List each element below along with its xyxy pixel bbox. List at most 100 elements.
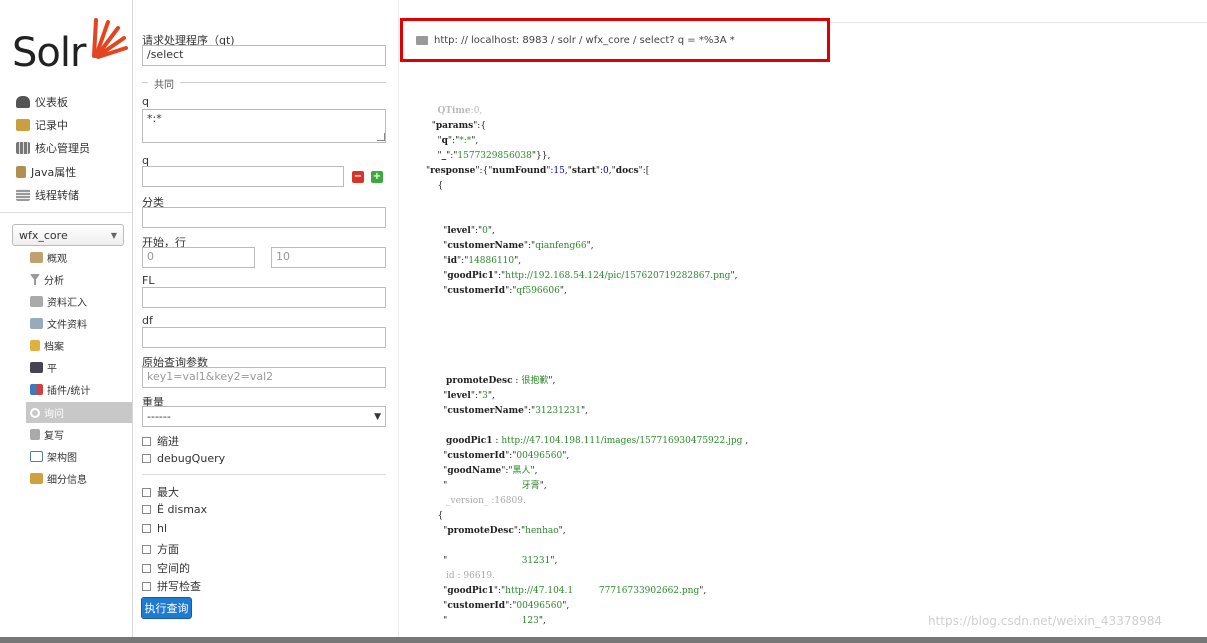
core-item-analysis[interactable]: 分析 bbox=[26, 269, 132, 290]
core-item-label: 概观 bbox=[47, 254, 67, 265]
chevron-down-icon: ▼ bbox=[110, 230, 117, 240]
core-item-label: 插件/统计 bbox=[47, 386, 91, 397]
check-label: 拼写检查 bbox=[157, 580, 201, 593]
sort-input[interactable] bbox=[142, 207, 386, 228]
response-json: QTime:0, "params":{ "q":"*:*", "_":"1577… bbox=[426, 106, 749, 626]
nav-item-label: Java属性 bbox=[31, 166, 77, 179]
raw-params-input[interactable]: key1=val1&key2=val2 bbox=[142, 367, 386, 388]
result-pane: http: // localhost: 8983 / solr / wfx_co… bbox=[400, 0, 1207, 643]
caret-down-icon: ▼ bbox=[374, 411, 381, 422]
core-item-schema[interactable]: 架构图 bbox=[26, 446, 132, 467]
core-item-files[interactable]: 档案 bbox=[26, 335, 132, 356]
java-icon bbox=[16, 166, 26, 178]
watermark: https://blog.csdn.net/weixin_43378984 bbox=[928, 614, 1163, 628]
indent-checkbox[interactable]: 缩进 bbox=[142, 433, 179, 449]
core-item-label: 资料汇入 bbox=[47, 298, 87, 309]
df-input[interactable] bbox=[142, 327, 386, 348]
common-label: 共同 bbox=[148, 76, 180, 91]
core-item-label: 复写 bbox=[44, 431, 64, 442]
nav-item-core-admin[interactable]: 核心管理员 bbox=[16, 137, 90, 159]
df-label: df bbox=[142, 314, 153, 327]
schema-icon bbox=[30, 451, 43, 462]
check-hl[interactable]: hl bbox=[142, 522, 167, 535]
core-selector[interactable]: wfx_core ▼ bbox=[12, 224, 124, 246]
q-label: q bbox=[142, 95, 149, 108]
solr-logo[interactable]: Solr bbox=[10, 14, 128, 76]
resize-handle-icon[interactable] bbox=[377, 133, 385, 141]
divider bbox=[142, 474, 386, 475]
overview-icon bbox=[30, 252, 43, 263]
debugquery-checkbox[interactable]: debugQuery bbox=[142, 452, 225, 465]
header-line bbox=[830, 22, 1207, 23]
core-item-dataimport[interactable]: 资料汇入 bbox=[26, 291, 132, 312]
checkbox-icon bbox=[142, 524, 151, 533]
check-label: 最大 bbox=[157, 486, 179, 499]
check-label: 方面 bbox=[157, 543, 179, 556]
solr-admin-app: Solr 仪表板 记录中 核心管理员 Java属性 线程转储 wfx_core … bbox=[0, 0, 1207, 643]
remove-fq-button[interactable]: − bbox=[352, 171, 364, 183]
request-url-bar[interactable]: http: // localhost: 8983 / solr / wfx_co… bbox=[400, 18, 830, 62]
dataimport-icon bbox=[30, 296, 43, 307]
rows-input[interactable]: 10 bbox=[271, 247, 386, 268]
start-input[interactable]: 0 bbox=[142, 247, 255, 268]
check-spatial[interactable]: 空间的 bbox=[142, 560, 190, 576]
nav-item-thread-dump[interactable]: 线程转储 bbox=[16, 184, 79, 206]
core-item-label: 档案 bbox=[44, 342, 64, 353]
bottom-bar bbox=[0, 637, 1207, 643]
ping-icon bbox=[30, 362, 43, 373]
thread-dump-icon bbox=[16, 189, 30, 201]
nav-item-logging[interactable]: 记录中 bbox=[16, 114, 68, 136]
checkbox-icon bbox=[142, 436, 151, 446]
core-item-ping[interactable]: 平 bbox=[26, 357, 132, 378]
add-fq-button[interactable]: + bbox=[371, 171, 383, 183]
core-item-query[interactable]: 询问 bbox=[26, 402, 132, 423]
check-label: 空间的 bbox=[157, 562, 190, 575]
replication-icon bbox=[30, 429, 40, 440]
wt-select-value: ------ bbox=[147, 410, 171, 423]
debugquery-label: debugQuery bbox=[157, 452, 226, 465]
query-form: 请求处理程序（qt) /select 共同 q *:* q − + 分类 开始，… bbox=[134, 0, 399, 643]
sun-icon bbox=[92, 18, 128, 59]
core-item-label: 分析 bbox=[44, 276, 64, 287]
execute-query-button[interactable]: 执行查询 bbox=[141, 597, 192, 619]
core-selector-value: wfx_core bbox=[19, 228, 68, 242]
analysis-icon bbox=[30, 274, 40, 285]
link-icon bbox=[416, 35, 428, 45]
check-label: hl bbox=[157, 522, 168, 535]
fl-label: FL bbox=[142, 274, 155, 287]
logging-icon bbox=[16, 119, 30, 131]
check-max[interactable]: 最大 bbox=[142, 484, 179, 500]
checkbox-icon bbox=[142, 563, 151, 573]
nav-item-java-properties[interactable]: Java属性 bbox=[16, 161, 76, 183]
segments-icon bbox=[30, 473, 43, 484]
indent-label: 缩进 bbox=[157, 435, 179, 448]
fq-input[interactable] bbox=[142, 166, 344, 187]
check-edismax[interactable]: Ë dismax bbox=[142, 503, 207, 516]
nav-item-dashboard[interactable]: 仪表板 bbox=[16, 91, 68, 113]
fl-input[interactable] bbox=[142, 287, 386, 308]
checkbox-icon bbox=[142, 544, 151, 554]
check-facet[interactable]: 方面 bbox=[142, 541, 179, 557]
nav-item-label: 线程转储 bbox=[35, 189, 79, 202]
core-admin-icon bbox=[16, 142, 30, 154]
qt-input[interactable]: /select bbox=[142, 45, 386, 66]
nav-item-label: 核心管理员 bbox=[35, 142, 90, 155]
core-item-segments[interactable]: 细分信息 bbox=[26, 468, 132, 489]
checkbox-icon bbox=[142, 487, 151, 497]
q-textarea[interactable]: *:* bbox=[142, 109, 386, 143]
search-icon bbox=[30, 407, 40, 418]
nav-item-label: 仪表板 bbox=[35, 96, 68, 109]
core-item-label: 询问 bbox=[44, 409, 64, 420]
wt-select[interactable]: ------ ▼ bbox=[142, 406, 386, 427]
core-item-overview[interactable]: 概观 bbox=[26, 247, 132, 268]
logo-text: Solr bbox=[12, 30, 86, 76]
core-item-replication[interactable]: 复写 bbox=[26, 424, 132, 445]
core-item-plugins[interactable]: 插件/统计 bbox=[26, 379, 132, 400]
core-item-documents[interactable]: 文件资料 bbox=[26, 313, 132, 334]
plugins-icon bbox=[30, 384, 43, 395]
checkbox-icon bbox=[142, 505, 151, 514]
checkbox-icon bbox=[142, 454, 151, 463]
check-spellcheck[interactable]: 拼写检查 bbox=[142, 578, 201, 594]
core-item-label: 文件资料 bbox=[47, 320, 87, 331]
core-item-label: 细分信息 bbox=[47, 475, 87, 486]
